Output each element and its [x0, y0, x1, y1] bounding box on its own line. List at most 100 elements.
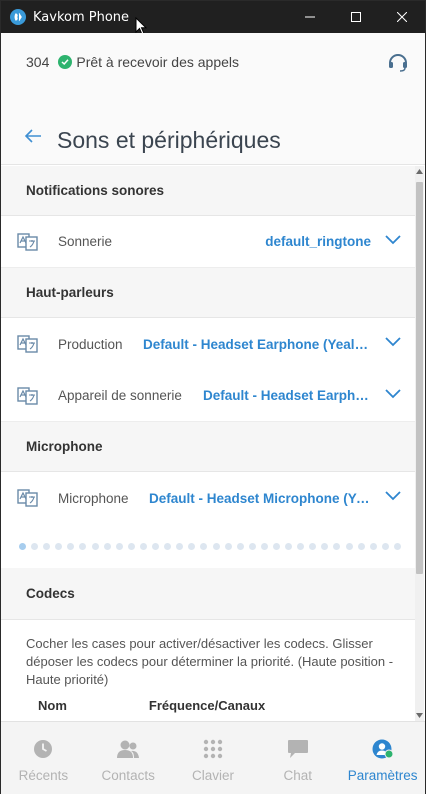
page-header: Sons et périphériques — [1, 91, 425, 165]
app-title: Kavkom Phone — [33, 9, 130, 25]
language-icon — [17, 335, 38, 353]
nav-label-contacts: Contacts — [101, 768, 155, 783]
section-notifications-header: Notifications sonores — [1, 166, 415, 216]
scrollbar-thumb[interactable] — [416, 182, 423, 574]
microphone-select[interactable]: Default - Headset Microphone (Yealink BH… — [149, 491, 371, 506]
level-dot — [19, 542, 26, 550]
level-dot — [67, 542, 75, 550]
ringtone-row[interactable]: Sonnerie default_ringtone — [1, 216, 415, 268]
ringing-device-row[interactable]: Appareil de sonnerie Default - Headset E… — [1, 370, 415, 422]
clock-icon — [34, 740, 53, 758]
dialpad-icon — [203, 739, 223, 759]
ringtone-label: Sonnerie — [58, 234, 113, 249]
level-dot — [212, 542, 220, 550]
language-icon — [17, 386, 38, 405]
kavkom-logo-icon — [10, 9, 26, 25]
level-dot — [260, 542, 268, 550]
level-dot — [43, 542, 51, 550]
nav-item-contacts[interactable]: Contacts — [86, 722, 171, 794]
chat-icon — [287, 740, 308, 758]
status-text: Prêt à recevoir des appels — [76, 54, 239, 70]
codecs-description: Cocher les cases pour activer/désactiver… — [26, 636, 394, 687]
level-dot — [345, 542, 353, 550]
level-dot — [103, 542, 111, 550]
level-dot — [164, 542, 172, 550]
maximize-icon — [351, 12, 361, 22]
section-microphone-header: Microphone — [1, 422, 415, 472]
ringing-device-select[interactable]: Default - Headset Earphone (Yealink BH71… — [203, 388, 371, 403]
level-dot — [115, 542, 123, 550]
presence-status-bar[interactable]: 304 Prêt à recevoir des appels — [1, 33, 425, 91]
ringing-device-label: Appareil de sonnerie — [58, 388, 182, 403]
chevron-down-icon[interactable] — [385, 235, 401, 245]
output-device-row[interactable]: Production Default - Headset Earphone (Y… — [1, 318, 415, 370]
ringtone-select[interactable]: default_ringtone — [265, 234, 371, 249]
headset-icon — [389, 54, 407, 72]
level-dot — [381, 542, 389, 550]
nav-label-recents: Récents — [18, 768, 69, 783]
scroll-down-arrow-icon[interactable] — [416, 713, 423, 718]
headset-button[interactable] — [387, 51, 409, 78]
extension-number: 304 — [26, 54, 50, 70]
level-dot — [333, 542, 341, 550]
level-dot — [176, 542, 184, 550]
nav-label-settings: Paramètres — [347, 768, 418, 783]
microphone-label: Microphone — [58, 490, 129, 506]
back-arrow-icon — [24, 129, 41, 143]
vertical-scrollbar[interactable] — [415, 166, 424, 721]
codecs-table-header: Nom Fréquence/Canaux — [1, 698, 415, 713]
level-dot — [285, 542, 293, 550]
nav-item-recents[interactable]: Récents — [1, 722, 86, 794]
codec-column-frequency[interactable]: Fréquence/Canaux — [149, 698, 265, 713]
level-dot — [127, 542, 135, 550]
level-dot — [297, 542, 305, 550]
contacts-icon — [117, 740, 140, 758]
codec-column-name[interactable]: Nom — [38, 698, 67, 713]
level-dot — [357, 542, 365, 550]
output-device-select[interactable]: Default - Headset Earphone (Yealink BH71… — [143, 337, 371, 352]
level-dot — [321, 542, 329, 550]
output-device-label: Production — [58, 336, 123, 352]
chevron-down-icon[interactable] — [385, 491, 401, 501]
back-button[interactable] — [24, 128, 42, 149]
page-title: Sons et périphériques — [57, 127, 281, 153]
level-dot — [188, 542, 196, 550]
level-dot — [200, 542, 208, 550]
language-icon — [17, 232, 38, 251]
nav-label-dialpad: Clavier — [191, 768, 234, 783]
minimize-icon — [305, 16, 315, 18]
nav-item-dialpad[interactable]: Clavier — [171, 722, 256, 794]
level-dot — [31, 542, 39, 550]
settings-user-icon — [372, 739, 394, 759]
level-dot — [369, 542, 377, 550]
nav-label-chat: Chat — [283, 768, 313, 783]
scroll-up-arrow-icon[interactable] — [416, 169, 423, 174]
chevron-down-icon[interactable] — [385, 337, 401, 347]
section-codecs-header: Codecs — [1, 568, 415, 620]
close-icon — [397, 12, 407, 22]
level-dot — [55, 542, 63, 550]
minimize-button[interactable] — [287, 1, 333, 33]
level-dot — [393, 542, 401, 550]
title-bar[interactable]: Kavkom Phone — [1, 1, 425, 36]
level-dot — [139, 542, 147, 550]
level-dot — [309, 542, 317, 550]
level-dot — [272, 542, 280, 550]
microphone-level-meter — [1, 524, 415, 568]
level-dot — [152, 542, 160, 550]
language-icon — [17, 489, 38, 507]
nav-item-chat[interactable]: Chat — [255, 722, 340, 794]
available-check-icon — [58, 55, 73, 69]
section-speakers-header: Haut-parleurs — [1, 268, 415, 318]
level-dot — [248, 542, 256, 550]
microphone-row[interactable]: Microphone Default - Headset Microphone … — [1, 472, 415, 524]
nav-item-settings[interactable]: Paramètres — [340, 722, 425, 794]
maximize-button[interactable] — [333, 1, 379, 33]
close-button[interactable] — [379, 1, 425, 33]
app-window: Kavkom Phone 304 Prêt à recevoir des app… — [0, 0, 426, 794]
level-dot — [79, 542, 87, 550]
bottom-navigation: Récents Contacts Clavier Chat Paramètres — [1, 721, 425, 794]
settings-content[interactable]: Notifications sonores Sonnerie default_r… — [1, 166, 415, 721]
chevron-down-icon[interactable] — [385, 389, 401, 399]
level-dot — [224, 542, 232, 550]
